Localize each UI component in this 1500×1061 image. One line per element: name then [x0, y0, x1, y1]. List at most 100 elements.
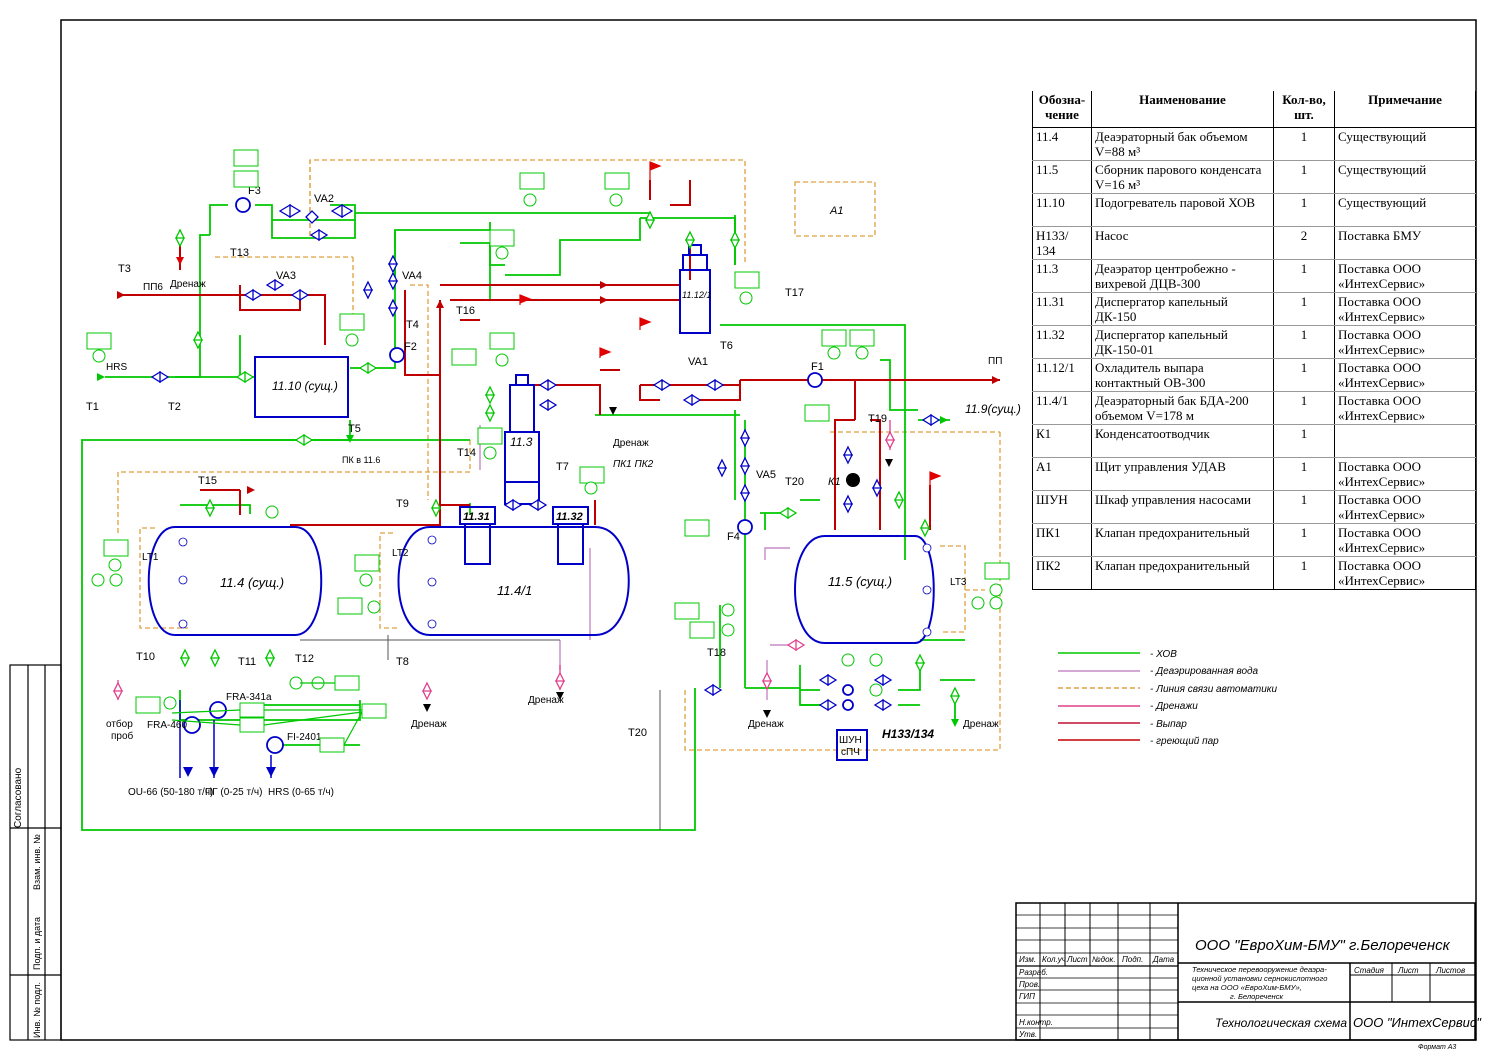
spec-row: 11.10 Подогреватель паровой ХОВ 1 Существую…: [1032, 193, 1476, 227]
label-11-9: 11.9(сущ.): [965, 402, 1021, 416]
legend-item-steam: - греющий пар: [1150, 736, 1219, 747]
spec-cell-code: Н133/ 134: [1032, 226, 1092, 260]
spec-cell-code: 11.4: [1032, 127, 1092, 161]
drain-4: Дренаж: [613, 438, 649, 449]
pump-fra341: [209, 701, 227, 719]
label-lt1: LT1: [142, 552, 159, 563]
title-col-koluch: Кол.уч: [1042, 955, 1066, 964]
spec-cell-qty: 1: [1273, 127, 1335, 161]
spec-cell-note: Поставка ООО «ИнтехСервис»: [1334, 358, 1476, 392]
spec-cell-code: ШУН: [1032, 490, 1092, 524]
spec-cell-qty: 1: [1273, 457, 1335, 491]
spec-row: 11.31 Диспергатор капельный ДК-150 1 Постав…: [1032, 292, 1476, 326]
output-hrs: HRS (0-65 т/ч): [268, 787, 334, 798]
stream-t17: Т17: [785, 287, 804, 299]
spec-cell-note: Существующий: [1334, 127, 1476, 161]
stream-t12: Т12: [295, 653, 314, 665]
spec-row: К1 Конденсатоотводчик 1: [1032, 424, 1476, 458]
label-f1: F1: [811, 361, 824, 373]
label-va1: VA1: [688, 356, 708, 368]
pump-f2: [389, 347, 405, 363]
legend-item-deaerated: - Деаэрированная вода: [1150, 666, 1259, 677]
spec-cell-note: Поставка ООО «ИнтехСервис»: [1334, 490, 1476, 524]
legend-item-vapor: - Выпар: [1150, 719, 1187, 730]
spec-cell-name: Насос: [1091, 226, 1274, 260]
label-fra460: FRA-460: [147, 720, 187, 731]
spec-cell-note: [1334, 424, 1476, 458]
stream-pp: ПП: [988, 356, 1002, 367]
title-col-ndok: №док.: [1092, 955, 1116, 964]
spec-row: 11.4/1 Деаэраторный бак БДА-200 объемом V…: [1032, 391, 1476, 425]
spec-cell-note: Поставка ООО «ИнтехСервис»: [1334, 391, 1476, 425]
stream-t1: Т1: [86, 401, 99, 413]
spec-cell-note: Поставка БМУ: [1334, 226, 1476, 260]
stream-t4: Т4: [406, 319, 419, 331]
spec-cell-qty: 1: [1273, 292, 1335, 326]
title-sheets-label: Листов: [1435, 966, 1465, 975]
label-11-32: 11.32: [556, 511, 583, 523]
label-lt3: LT3: [950, 577, 967, 588]
sampling-label: отбор проб: [106, 718, 134, 742]
pump-f3: [235, 197, 251, 213]
stream-t10: Т10: [136, 651, 155, 663]
label-a1: А1: [829, 205, 843, 217]
label-11-4: 11.4 (сущ.): [220, 575, 284, 590]
spec-cell-name: Подогреватель паровой ХОВ: [1091, 193, 1274, 227]
label-f4: F4: [727, 531, 740, 543]
spec-row: А1 Щит управления УДАВ 1 Поставка ООО «Инте…: [1032, 457, 1476, 491]
pump-n133: [842, 684, 854, 696]
side-replaces: Взам. инв. №: [32, 834, 42, 890]
stream-t3: Т3: [118, 263, 131, 275]
stream-t16: Т16: [456, 305, 475, 317]
stream-t20b: Т20: [628, 727, 647, 739]
stream-t13: Т13: [230, 247, 249, 259]
spec-cell-code: 11.12/1: [1032, 358, 1092, 392]
label-pump: Н133/134: [882, 727, 934, 741]
spec-cell-code: А1: [1032, 457, 1092, 491]
label-k1: К1: [828, 476, 841, 488]
spec-row: 11.5 Сборник парового конденсата V=16 м³ 1…: [1032, 160, 1476, 194]
title-org: ООО "ИнтехСервис": [1353, 1015, 1482, 1030]
spec-cell-note: Поставка ООО «ИнтехСервис»: [1334, 457, 1476, 491]
spec-header-qty: Кол-во, шт.: [1273, 91, 1335, 128]
spec-cell-code: ПК1: [1032, 523, 1092, 557]
side-inv: Инв. № подл.: [32, 982, 42, 1038]
spec-cell-qty: 1: [1273, 259, 1335, 293]
pump-fi2401: [266, 736, 284, 754]
pump-n134: [842, 699, 854, 711]
pump-f4: [737, 519, 753, 535]
label-fra341: FRA-341a: [226, 692, 272, 703]
spec-cell-code: 11.5: [1032, 160, 1092, 194]
label-11-3: 11.3: [510, 435, 533, 449]
label-shun: ШУН сПЧ: [839, 735, 862, 758]
title-col-podp: Подп.: [1122, 955, 1143, 964]
spec-cell-note: Поставка ООО «ИнтехСервис»: [1334, 259, 1476, 293]
spec-cell-name: Диспергатор капельный ДК-150: [1091, 292, 1274, 326]
title-project: Техническое перевооружение деаэра- ционн…: [1192, 965, 1330, 1001]
tank-11-5: [794, 535, 935, 644]
spec-cell-qty: 2: [1273, 226, 1335, 260]
spec-cell-code: 11.10: [1032, 193, 1092, 227]
spec-cell-note: Поставка ООО «ИнтехСервис»: [1334, 556, 1476, 590]
title-role-gip: ГИП: [1019, 992, 1035, 1001]
spec-cell-name: Деаэраторный бак объемом V=88 м³: [1091, 127, 1274, 161]
steam-trap-k1: [846, 473, 860, 487]
title-company: ООО "ЕвроХим-БМУ" г.Белореченск: [1195, 937, 1451, 954]
spec-table: Обозна- чение Наименование Кол-во, шт. П…: [1032, 91, 1476, 590]
spec-cell-code: 11.32: [1032, 325, 1092, 359]
spec-row: 11.3 Деаэратор центробежно - вихревой ДЦВ…: [1032, 259, 1476, 293]
spec-cell-name: Клапан предохранительный: [1091, 556, 1274, 590]
spec-row: 11.12/1 Охладитель выпара контактный ОВ-3…: [1032, 358, 1476, 392]
spec-row: ПК1 Клапан предохранительный 1 Поставка ООО…: [1032, 523, 1476, 557]
spec-cell-name: Охладитель выпара контактный ОВ-300: [1091, 358, 1274, 392]
label-va5: VA5: [756, 469, 776, 481]
level-nozzles: [178, 535, 932, 637]
spec-header-note: Примечание: [1334, 91, 1476, 128]
stream-t7: Т7: [556, 461, 569, 473]
label-va4: VA4: [402, 270, 422, 282]
stream-t8: Т8: [396, 656, 409, 668]
drain-2: Дренаж: [411, 719, 447, 730]
title-stage-label: Стадия: [1354, 966, 1385, 975]
label-11-12-1: 11.12/1: [682, 290, 711, 300]
cooler-11-12-1: [679, 269, 711, 334]
